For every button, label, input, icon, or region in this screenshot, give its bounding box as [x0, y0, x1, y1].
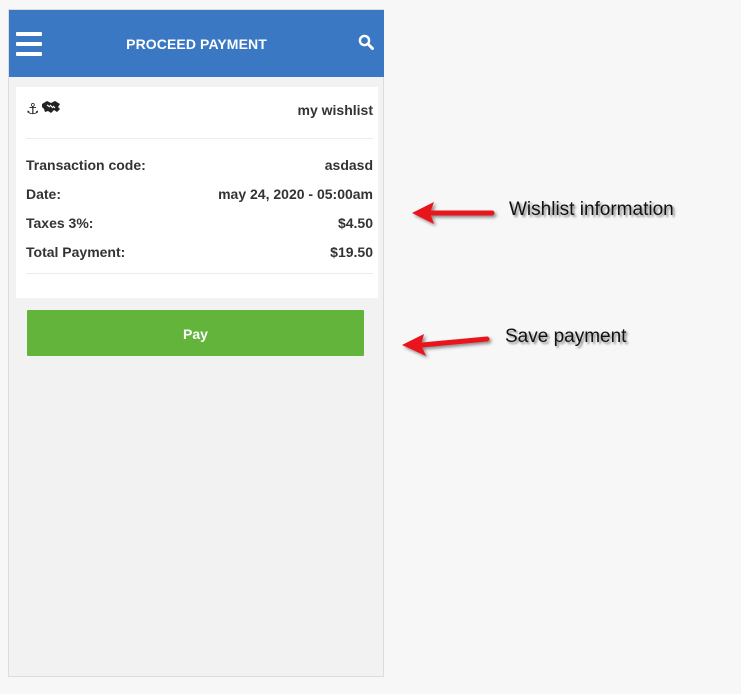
- wishlist-card: ⚓ my wishlist Transaction code: asdasd D…: [16, 87, 378, 298]
- transaction-code-value: asdasd: [324, 157, 373, 173]
- date-label: Date:: [26, 186, 62, 202]
- date-value: may 24, 2020 - 05:00am: [218, 186, 373, 202]
- arrow-icon: [412, 202, 495, 224]
- arrow-icon: [402, 334, 490, 356]
- taxes-row: Taxes 3%: $4.50: [26, 215, 373, 233]
- date-row: Date: may 24, 2020 - 05:00am: [26, 186, 373, 204]
- wishlist-info-annotation: Wishlist information: [509, 199, 674, 220]
- total-payment-value: $19.50: [330, 244, 373, 260]
- page-title: PROCEED PAYMENT: [126, 36, 267, 52]
- top-app-bar: PROCEED PAYMENT: [9, 10, 384, 77]
- transaction-code-label: Transaction code:: [26, 157, 146, 173]
- pay-button[interactable]: Pay: [27, 310, 364, 356]
- total-payment-row: Total Payment: $19.50: [26, 244, 373, 262]
- total-payment-label: Total Payment:: [26, 244, 126, 260]
- search-icon[interactable]: [358, 34, 374, 50]
- wishlist-icons: ⚓: [26, 100, 61, 118]
- divider: [26, 138, 373, 139]
- divider: [26, 273, 373, 274]
- mobile-screen: PROCEED PAYMENT ⚓ my wishlist Transactio…: [8, 9, 384, 677]
- save-payment-annotation: Save payment: [505, 326, 627, 347]
- anchor-icon: ⚓: [26, 100, 40, 118]
- transaction-code-row: Transaction code: asdasd: [26, 157, 373, 175]
- taxes-value: $4.50: [337, 215, 373, 231]
- handshake-icon: [41, 99, 61, 119]
- wishlist-name: my wishlist: [297, 102, 373, 118]
- taxes-label: Taxes 3%:: [26, 215, 94, 231]
- hamburger-icon[interactable]: [16, 32, 42, 56]
